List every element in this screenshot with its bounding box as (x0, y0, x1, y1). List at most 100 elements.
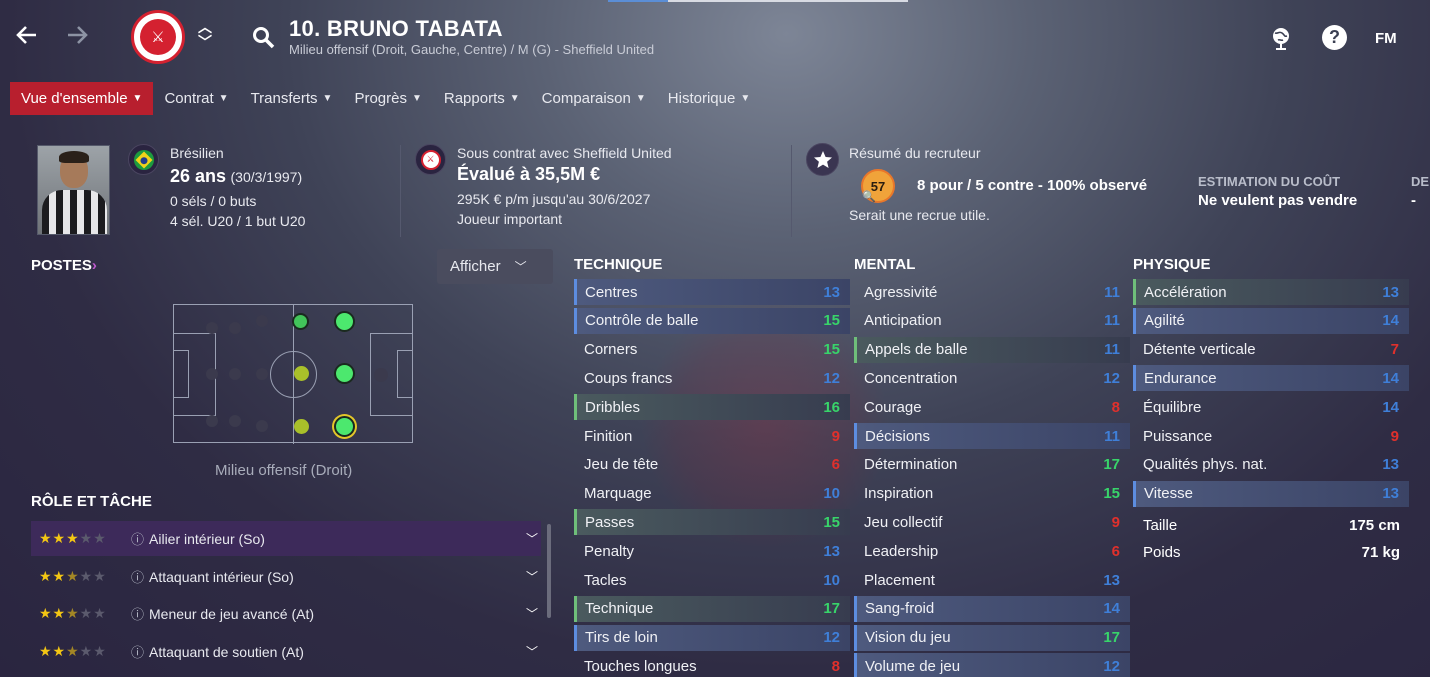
info-icon[interactable]: ⓘ (131, 642, 144, 661)
attribute-row[interactable]: Équilibre 14 (1133, 394, 1409, 420)
tab-label: Vue d'ensemble (21, 90, 128, 107)
tab-label: Comparaison (541, 90, 631, 107)
attribute-row[interactable]: Anticipation 11 (854, 308, 1130, 334)
club-crest[interactable]: ⚔ (131, 10, 185, 64)
attribute-row[interactable]: Passes 15 (574, 509, 850, 536)
position-dot-natural[interactable] (334, 311, 355, 332)
attribute-row[interactable]: Tirs de loin 12 (574, 624, 850, 651)
player-switch-arrows[interactable]: ︿ ﹀ (198, 20, 212, 50)
tab-history[interactable]: Historique ▼ (657, 82, 761, 115)
brazil-flag-icon (133, 149, 154, 170)
attribute-label: Corners (584, 341, 638, 359)
player-value: Évalué à 35,5M € (457, 164, 601, 184)
attribute-row[interactable]: Dribbles 16 (574, 394, 850, 421)
contract-club-badge[interactable]: ⚔ (415, 144, 446, 175)
chevron-down-icon[interactable]: ﹀ (526, 605, 538, 622)
weight-row: Poids 71 kg (1143, 544, 1400, 561)
attribute-row[interactable]: Vitesse 13 (1133, 480, 1409, 507)
tab-comparison[interactable]: Comparaison ▼ (531, 82, 657, 115)
attribute-label: Détente verticale (1143, 341, 1256, 359)
attribute-row[interactable]: Agilité 14 (1133, 307, 1409, 334)
tab-reports[interactable]: Rapports ▼ (433, 82, 531, 115)
arrow-left-icon (16, 26, 36, 44)
position-dot-ok[interactable] (294, 419, 309, 434)
attribute-value: 17 (1103, 629, 1120, 647)
attribute-row[interactable]: Marquage 10 (574, 481, 850, 507)
attribute-row[interactable]: Décisions 11 (854, 423, 1130, 449)
attribute-value: 14 (1382, 398, 1399, 416)
tab-contract[interactable]: Contrat ▼ (153, 82, 239, 115)
attribute-row[interactable]: Jeu de tête 6 (574, 452, 850, 478)
nationality-flag[interactable] (128, 144, 159, 175)
attribute-label: Accélération (1144, 283, 1227, 301)
tab-overview[interactable]: Vue d'ensemble ▼ (10, 82, 154, 115)
back-button[interactable] (14, 22, 40, 54)
attribute-label: Contrôle de balle (585, 312, 699, 330)
tab-label: Contrat (164, 90, 214, 107)
attribute-row[interactable]: Finition 9 (574, 423, 850, 449)
page-title: 10. BRUNO TABATA (289, 16, 503, 41)
chevron-up-icon[interactable]: ︿ (198, 20, 212, 35)
tab-progress[interactable]: Progrès ▼ (343, 82, 432, 115)
forward-button[interactable] (64, 22, 90, 54)
attribute-row[interactable]: Appels de balle 11 (854, 336, 1130, 363)
chevron-down-icon[interactable]: ﹀ (526, 530, 538, 547)
attribute-row[interactable]: Coups francs 12 (574, 365, 850, 391)
search-icon[interactable] (252, 26, 276, 55)
attribute-label: Qualités phys. nat. (1143, 456, 1268, 474)
attribute-row[interactable]: Inspiration 15 (854, 481, 1130, 507)
info-icon[interactable]: ⓘ (131, 529, 144, 548)
info-icon[interactable]: ⓘ (131, 567, 144, 586)
attribute-row[interactable]: Corners 15 (574, 337, 850, 363)
attribute-row[interactable]: Courage 8 (854, 394, 1130, 420)
role-row[interactable]: ★★★★★ ⓘ Attaquant intérieur (So) ﹀ (31, 559, 541, 594)
attribute-row[interactable]: Accélération 13 (1133, 279, 1409, 305)
attribute-row[interactable]: Touches longues 8 (574, 653, 850, 677)
position-dot-selected[interactable] (334, 416, 355, 437)
attribute-row[interactable]: Détermination 17 (854, 452, 1130, 478)
positions-title[interactable]: POSTES› (31, 257, 97, 274)
scout-badge[interactable] (806, 143, 839, 176)
role-row[interactable]: ★★★★★ ⓘ Meneur de jeu avancé (At) ﹀ (31, 596, 541, 631)
attribute-row[interactable]: Puissance 9 (1133, 423, 1409, 449)
role-row[interactable]: ★★★★★ ⓘ Ailier intérieur (So) ﹀ (31, 521, 541, 556)
attribute-row[interactable]: Technique 17 (574, 595, 850, 622)
chevron-down-icon: ▼ (322, 93, 333, 104)
help-icon[interactable]: ? (1322, 25, 1347, 50)
tab-transfers[interactable]: Transferts ▼ (240, 82, 344, 115)
attribute-row[interactable]: Détente verticale 7 (1133, 337, 1409, 363)
attribute-row[interactable]: Endurance 14 (1133, 365, 1409, 392)
attribute-row[interactable]: Penalty 13 (574, 538, 850, 564)
technique-title: TECHNIQUE (574, 256, 663, 273)
player-photo[interactable] (37, 145, 110, 235)
attribute-row[interactable]: Agressivité 11 (854, 279, 1130, 305)
attribute-row[interactable]: Jeu collectif 9 (854, 509, 1130, 535)
globe-icon[interactable] (1269, 25, 1293, 56)
display-dropdown[interactable]: Afficher ﹀ (437, 249, 553, 284)
attribute-row[interactable]: Centres 13 (574, 279, 850, 305)
attribute-row[interactable]: Placement 13 (854, 567, 1130, 593)
chevron-down-icon[interactable]: ﹀ (526, 643, 538, 660)
attribute-row[interactable]: Qualités phys. nat. 13 (1133, 452, 1409, 478)
attribute-label: Leadership (864, 542, 939, 560)
attribute-row[interactable]: Vision du jeu 17 (854, 624, 1130, 651)
role-row[interactable]: ★★★★★ ⓘ Attaquant de soutien (At) ﹀ (31, 634, 541, 669)
position-dot-good[interactable] (292, 313, 309, 330)
info-icon[interactable]: ⓘ (131, 604, 144, 623)
attribute-row[interactable]: Tacles 10 (574, 567, 850, 593)
chevron-down-icon[interactable]: ﹀ (198, 35, 212, 50)
chevron-right-icon: › (91, 257, 97, 274)
chevron-down-icon: ﹀ (514, 260, 527, 274)
position-dot-ok[interactable] (294, 366, 309, 381)
attribute-row[interactable]: Concentration 12 (854, 365, 1130, 391)
attribute-row[interactable]: Volume de jeu 12 (854, 653, 1130, 677)
attribute-row[interactable]: Contrôle de balle 15 (574, 307, 850, 334)
attribute-label: Penalty (584, 542, 635, 560)
chevron-down-icon[interactable]: ﹀ (526, 568, 538, 585)
roles-scrollbar[interactable] (547, 524, 551, 618)
position-dot (206, 415, 218, 427)
attribute-row[interactable]: Sang-froid 14 (854, 595, 1130, 622)
fm-logo[interactable]: FM (1375, 30, 1397, 47)
position-dot-natural[interactable] (334, 363, 355, 384)
attribute-row[interactable]: Leadership 6 (854, 538, 1130, 564)
